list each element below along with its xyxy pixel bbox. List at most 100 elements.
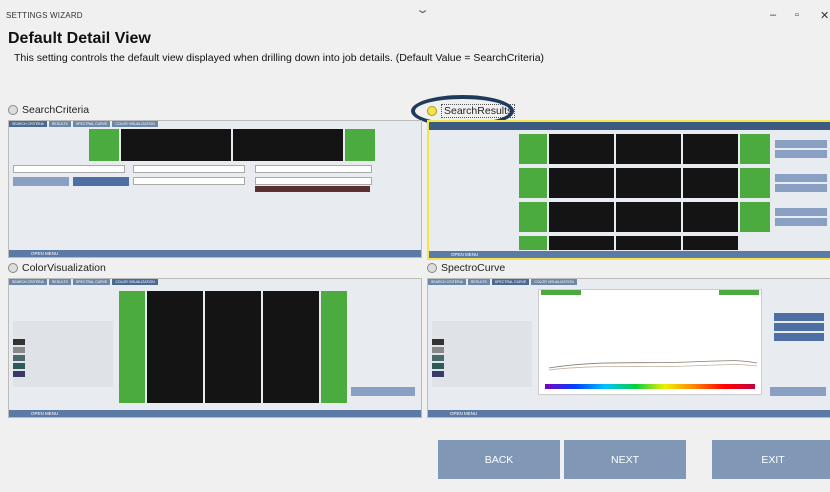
thumb-button bbox=[775, 208, 827, 216]
thumbnail-searchresults[interactable]: OPEN MENU bbox=[427, 120, 830, 260]
color-swatch bbox=[549, 236, 614, 250]
thumb-tab: RESULTS bbox=[467, 279, 490, 285]
formula-swatch bbox=[13, 339, 25, 345]
thumbnail-searchcriteria[interactable]: SEARCH CRITERIA RESULTS SPECTRAL CURVE C… bbox=[8, 120, 422, 258]
match-swatch bbox=[519, 202, 547, 232]
restore-button[interactable]: ▫ bbox=[795, 9, 799, 21]
thumb-button bbox=[13, 177, 69, 186]
color-code-field bbox=[133, 177, 245, 185]
formula-swatch bbox=[432, 347, 444, 353]
open-menu-label: OPEN MENU bbox=[31, 411, 59, 416]
color-swatch bbox=[147, 291, 203, 403]
thumb-tabs: SEARCH CRITERIA RESULTS SPECTRAL CURVE C… bbox=[9, 121, 158, 127]
back-button[interactable]: BACK bbox=[438, 440, 560, 479]
formula-swatch bbox=[432, 355, 444, 361]
page-description: This setting controls the default view d… bbox=[14, 52, 545, 64]
formula-swatch bbox=[13, 371, 25, 377]
thumb-tabs: SEARCH CRITERIA RESULTS SPECTRAL CURVE C… bbox=[428, 279, 577, 285]
formula-swatch bbox=[13, 355, 25, 361]
match-swatch bbox=[519, 236, 547, 250]
thumbnail-spectrocurve[interactable]: SEARCH CRITERIA RESULTS SPECTRAL CURVE C… bbox=[427, 278, 830, 418]
thumb-tab: SPECTRAL CURVE bbox=[72, 279, 111, 285]
thumb-button bbox=[775, 174, 827, 182]
open-menu-label: OPEN MENU bbox=[31, 251, 59, 256]
match-swatch bbox=[345, 129, 375, 161]
color-swatch bbox=[683, 134, 738, 164]
thumb-open-menu: OPEN MENU bbox=[428, 410, 830, 417]
formula-swatch bbox=[13, 347, 25, 353]
color-swatch bbox=[549, 202, 614, 232]
formula-table bbox=[13, 321, 113, 387]
thumb-button bbox=[73, 177, 129, 186]
formula-table bbox=[432, 321, 532, 387]
exit-button[interactable]: EXIT bbox=[712, 440, 830, 479]
coating-field bbox=[255, 177, 372, 185]
formula-swatch bbox=[432, 339, 444, 345]
match-swatch bbox=[519, 168, 547, 198]
thumb-tab: SPECTRAL CURVE bbox=[72, 121, 111, 127]
thumb-tabs: SEARCH CRITERIA RESULTS SPECTRAL CURVE C… bbox=[9, 279, 158, 285]
radio-icon[interactable] bbox=[8, 105, 18, 115]
formula-swatch bbox=[432, 363, 444, 369]
match-swatch bbox=[119, 291, 145, 403]
match-swatch bbox=[519, 134, 547, 164]
thumb-button bbox=[775, 140, 827, 148]
color-swatch bbox=[549, 168, 614, 198]
thumb-open-menu: OPEN MENU bbox=[9, 250, 421, 257]
thumb-open-menu: OPEN MENU bbox=[9, 410, 421, 417]
radio-icon[interactable] bbox=[8, 263, 18, 273]
color-swatch bbox=[616, 236, 681, 250]
thumb-tab: SEARCH CRITERIA bbox=[9, 121, 47, 127]
match-swatch bbox=[740, 168, 770, 198]
thumb-button bbox=[351, 387, 415, 396]
formula-swatch bbox=[13, 363, 25, 369]
spectral-chart bbox=[538, 289, 762, 395]
thumb-tab: SEARCH CRITERIA bbox=[9, 279, 47, 285]
minimize-button[interactable]: – bbox=[770, 9, 776, 21]
page-title: Default Detail View bbox=[8, 30, 151, 47]
search-bar bbox=[255, 186, 370, 192]
manufacturer-field bbox=[133, 165, 245, 173]
match-swatch bbox=[321, 291, 347, 403]
color-swatch bbox=[121, 129, 231, 161]
match-swatch bbox=[740, 202, 770, 232]
thumb-button bbox=[774, 323, 824, 331]
open-menu-label: OPEN MENU bbox=[450, 411, 478, 416]
thumb-button bbox=[770, 387, 826, 396]
thumb-button bbox=[774, 333, 824, 341]
spectrum-bar bbox=[545, 384, 755, 389]
color-swatch bbox=[616, 202, 681, 232]
color-swatch bbox=[263, 291, 319, 403]
chevron-down-icon[interactable]: ⌄ bbox=[415, 3, 430, 16]
next-button[interactable]: NEXT bbox=[564, 440, 686, 479]
thumb-button bbox=[775, 184, 827, 192]
title-bar: SETTINGS WIZARD ⌄ – ▫ ✕ bbox=[0, 0, 830, 30]
color-swatch bbox=[549, 134, 614, 164]
option-label: ColorVisualization bbox=[22, 262, 106, 274]
option-searchcriteria[interactable]: SearchCriteria bbox=[8, 104, 89, 116]
thumb-button bbox=[775, 218, 827, 226]
radio-icon[interactable] bbox=[427, 263, 437, 273]
open-menu-label: OPEN MENU bbox=[451, 252, 479, 257]
thumb-button bbox=[774, 313, 824, 321]
color-swatch bbox=[683, 236, 738, 250]
color-swatch bbox=[205, 291, 261, 403]
option-spectrocurve[interactable]: SpectroCurve bbox=[427, 262, 505, 274]
thumbnail-colorvisualization[interactable]: SEARCH CRITERIA RESULTS SPECTRAL CURVE C… bbox=[8, 278, 422, 418]
color-swatch bbox=[683, 168, 738, 198]
thumb-button bbox=[775, 150, 827, 158]
thumb-tab: COLOR VISUALIZATION bbox=[112, 121, 158, 127]
palette-field bbox=[13, 165, 125, 173]
color-swatch bbox=[616, 168, 681, 198]
thumb-open-menu: OPEN MENU bbox=[429, 251, 830, 258]
thumb-tab: RESULTS bbox=[48, 121, 71, 127]
match-swatch bbox=[740, 134, 770, 164]
option-label: SpectroCurve bbox=[441, 262, 506, 274]
spectral-curve-lines bbox=[548, 360, 758, 371]
formula-swatch bbox=[432, 371, 444, 377]
close-button[interactable]: ✕ bbox=[820, 9, 829, 22]
database-field bbox=[255, 165, 372, 173]
match-swatch bbox=[89, 129, 119, 161]
option-colorvisualization[interactable]: ColorVisualization bbox=[8, 262, 106, 274]
thumb-header-bar bbox=[429, 122, 830, 130]
